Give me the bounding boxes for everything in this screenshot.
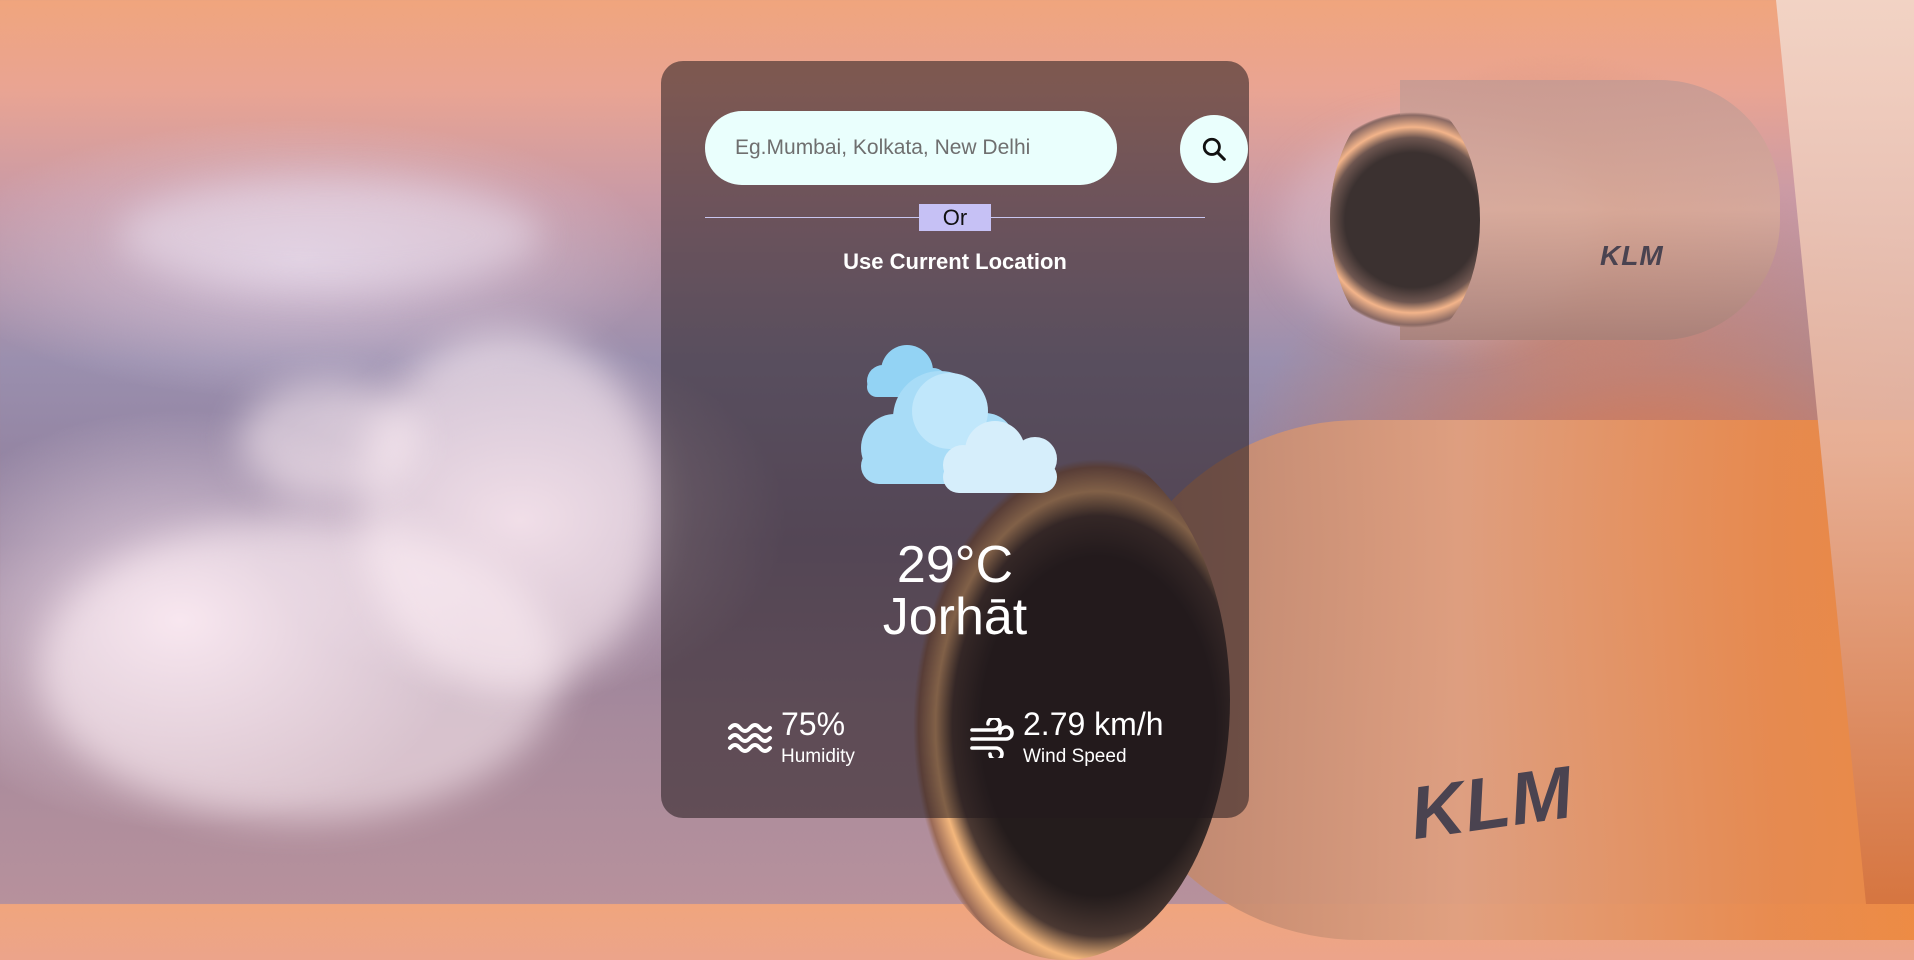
city-name: Jorhāt bbox=[882, 588, 1028, 646]
search-bar bbox=[705, 111, 1248, 187]
search-icon bbox=[1202, 137, 1226, 161]
klm-logo-small: KLM bbox=[1600, 240, 1664, 271]
wind-label: Wind Speed bbox=[1023, 746, 1127, 767]
humidity-value: 75% bbox=[781, 706, 846, 742]
waves-icon bbox=[728, 723, 772, 753]
wind-value: 2.79 km/h bbox=[1023, 706, 1164, 742]
klm-logo-large: KLM bbox=[1405, 750, 1579, 855]
or-label: Or bbox=[919, 204, 991, 231]
search-input[interactable] bbox=[705, 111, 1117, 185]
weather-card: Or Use Current Location 29°C Jorhāt bbox=[661, 61, 1249, 818]
temperature: 29°C bbox=[896, 536, 1014, 594]
wind-icon bbox=[970, 718, 1014, 758]
search-button[interactable] bbox=[1180, 115, 1248, 183]
humidity-label: Humidity bbox=[781, 746, 855, 767]
or-divider: Or bbox=[705, 204, 1205, 232]
cloudy-icon bbox=[861, 345, 1057, 493]
use-current-location-button[interactable]: Use Current Location bbox=[661, 249, 1249, 275]
